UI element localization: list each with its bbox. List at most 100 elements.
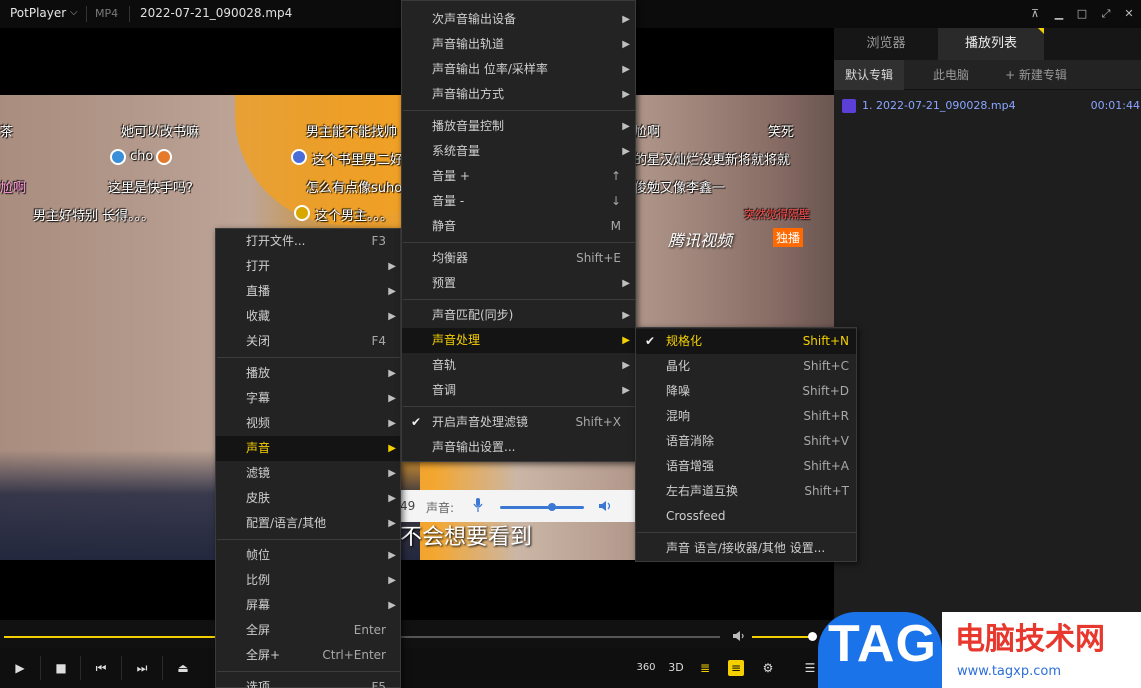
- stereo-3d-button[interactable]: 3D: [666, 660, 686, 676]
- menu-item-subtitles[interactable]: 字幕 ▶: [216, 386, 400, 411]
- submenu-arrow-icon: ▶: [622, 310, 630, 321]
- menu-item-secondary-output-device[interactable]: 次声音输出设备 ▶: [402, 7, 635, 32]
- menu-item-output-bitrate[interactable]: 声音输出 位率/采样率 ▶: [402, 57, 635, 82]
- divider: [162, 656, 163, 680]
- minimize-icon[interactable]: ▁: [1051, 6, 1067, 22]
- menu-item-frame[interactable]: 帧位 ▶: [216, 543, 400, 568]
- menu-item-swap-channels[interactable]: 左右声道互换 Shift+T: [636, 479, 856, 504]
- menu-item-label: 选项...: [246, 680, 282, 688]
- menu-item-voice-enhance[interactable]: 语音增强 Shift+A: [636, 454, 856, 479]
- menu-item-label: 全屏: [246, 623, 271, 637]
- menu-item-playback-volume[interactable]: 播放音量控制 ▶: [402, 114, 635, 139]
- playlist-item-name: 1. 2022-07-21_090028.mp4: [862, 99, 1016, 112]
- menu-item-enable-processing-filter[interactable]: ✔ 开启声音处理滤镜 Shift+X: [402, 410, 635, 435]
- menu-icon[interactable]: ☰: [802, 660, 818, 676]
- menu-item-presets[interactable]: 预置 ▶: [402, 271, 635, 296]
- menu-item-config[interactable]: 配置/语言/其他 ▶: [216, 511, 400, 536]
- seek-bar-progress[interactable]: [4, 636, 216, 638]
- menu-item-fullscreen[interactable]: 全屏 Enter: [216, 618, 400, 643]
- tab-default-album[interactable]: 默认专辑: [834, 60, 904, 90]
- submenu-arrow-icon: ▶: [622, 278, 630, 289]
- stop-icon[interactable]: ■: [53, 660, 69, 676]
- menu-item-output-settings[interactable]: 声音输出设置...: [402, 435, 635, 460]
- divider: [80, 656, 81, 680]
- menu-item-mute[interactable]: 静音 M: [402, 214, 635, 239]
- menu-item-label: 帧位: [246, 548, 271, 562]
- menu-item-favorites[interactable]: 收藏 ▶: [216, 304, 400, 329]
- menu-item-label: 直播: [246, 284, 271, 298]
- close-icon[interactable]: ✕: [1121, 6, 1137, 22]
- new-album-button[interactable]: + 新建专辑: [994, 60, 1078, 90]
- menu-item-filters[interactable]: 滤镜 ▶: [216, 461, 400, 486]
- menu-item-crystalize[interactable]: 晶化 Shift+C: [636, 354, 856, 379]
- menu-item-ratio[interactable]: 比例 ▶: [216, 568, 400, 593]
- volume-bar[interactable]: [752, 636, 812, 638]
- menu-item-sync[interactable]: 声音匹配(同步) ▶: [402, 303, 635, 328]
- menu-item-sound-settings[interactable]: 声音 语言/接收器/其他 设置...: [636, 536, 856, 561]
- tab-playlist[interactable]: 播放列表: [938, 28, 1044, 60]
- settings-icon[interactable]: ⚙: [760, 660, 776, 676]
- menu-item-close[interactable]: 关闭 F4: [216, 329, 400, 354]
- seek-bar-track[interactable]: [400, 636, 720, 638]
- volume-icon[interactable]: [732, 629, 746, 643]
- menu-item-equalizer[interactable]: 均衡器 Shift+E: [402, 246, 635, 271]
- tab-browser[interactable]: 浏览器: [834, 28, 938, 60]
- play-icon[interactable]: ▶: [12, 660, 28, 676]
- menu-item-audio-track[interactable]: 音轨 ▶: [402, 353, 635, 378]
- menu-item-volume-up[interactable]: 音量 + ↑: [402, 164, 635, 189]
- danmaku-comment: 的星汉灿烂没更新将就将就: [634, 153, 791, 168]
- next-icon[interactable]: ⏭: [134, 660, 150, 676]
- app-name[interactable]: PotPlayer: [10, 6, 66, 20]
- menu-item-shortcut: ↑: [610, 169, 621, 183]
- volume-bar-thumb[interactable]: [808, 632, 817, 641]
- submenu-arrow-icon: ▶: [388, 493, 396, 504]
- submenu-arrow-icon: ▶: [388, 550, 396, 561]
- menu-item-reverb[interactable]: 混响 Shift+R: [636, 404, 856, 429]
- menu-item-open-file[interactable]: 打开文件... F3: [216, 229, 400, 254]
- speaker-icon[interactable]: [598, 499, 612, 513]
- microphone-icon[interactable]: [473, 498, 483, 512]
- volume-slider[interactable]: [500, 506, 584, 509]
- menu-item-normalize[interactable]: ✔ 规格化 Shift+N: [636, 329, 856, 354]
- eject-icon[interactable]: ⏏: [175, 660, 191, 676]
- menu-item-output-track[interactable]: 声音输出轨道 ▶: [402, 32, 635, 57]
- menu-item-skins[interactable]: 皮肤 ▶: [216, 486, 400, 511]
- divider: [129, 6, 130, 22]
- playlist-item[interactable]: 1. 2022-07-21_090028.mp4 00:01:44: [838, 96, 1140, 116]
- app-menu-chevron-icon[interactable]: ⌵: [70, 7, 78, 18]
- restore-icon[interactable]: □: [1074, 6, 1090, 22]
- submenu-arrow-icon: ▶: [622, 121, 630, 132]
- menu-item-options[interactable]: 选项... F5: [216, 675, 400, 688]
- menu-item-crossfeed[interactable]: Crossfeed: [636, 504, 856, 529]
- menu-item-voice-removal[interactable]: 语音消除 Shift+V: [636, 429, 856, 454]
- menu-item-open[interactable]: 打开 ▶: [216, 254, 400, 279]
- menu-item-sound[interactable]: 声音 ▶: [216, 436, 400, 461]
- prev-icon[interactable]: ⏮: [93, 660, 109, 676]
- menu-item-label: 混响: [666, 409, 691, 423]
- menu-item-system-volume[interactable]: 系统音量 ▶: [402, 139, 635, 164]
- volume-slider-thumb[interactable]: [548, 503, 556, 511]
- danmaku-comment: 笑死: [768, 125, 795, 140]
- menu-item-sound-processing[interactable]: 声音处理 ▶: [402, 328, 635, 353]
- pin-icon[interactable]: ⊼: [1027, 6, 1043, 22]
- tab-this-pc[interactable]: 此电脑: [914, 60, 988, 90]
- menu-item-output-mode[interactable]: 声音输出方式 ▶: [402, 82, 635, 107]
- menu-separator: [637, 532, 857, 533]
- menu-item-live[interactable]: 直播 ▶: [216, 279, 400, 304]
- menu-item-screen[interactable]: 屏幕 ▶: [216, 593, 400, 618]
- menu-item-shortcut: Ctrl+Enter: [322, 648, 386, 662]
- menu-item-playback[interactable]: 播放 ▶: [216, 361, 400, 386]
- menu-item-pitch[interactable]: 音调 ▶: [402, 378, 635, 403]
- fullscreen-icon[interactable]: ⤢: [1098, 6, 1114, 22]
- vr-360-button[interactable]: 360: [634, 660, 658, 676]
- menu-item-volume-down[interactable]: 音量 - ↓: [402, 189, 635, 214]
- playlist-search-icon[interactable]: ≣: [697, 660, 713, 676]
- broadcaster-watermark: 腾讯视频: [668, 231, 733, 250]
- subtitle-icon[interactable]: ≡: [728, 660, 744, 676]
- menu-item-video[interactable]: 视频 ▶: [216, 411, 400, 436]
- user-badge-icon: [110, 149, 126, 165]
- menu-item-fullscreen-plus[interactable]: 全屏+ Ctrl+Enter: [216, 643, 400, 668]
- menu-item-shortcut: F5: [371, 680, 386, 688]
- menu-item-denoise[interactable]: 降噪 Shift+D: [636, 379, 856, 404]
- checkmark-icon: ✔: [411, 415, 422, 429]
